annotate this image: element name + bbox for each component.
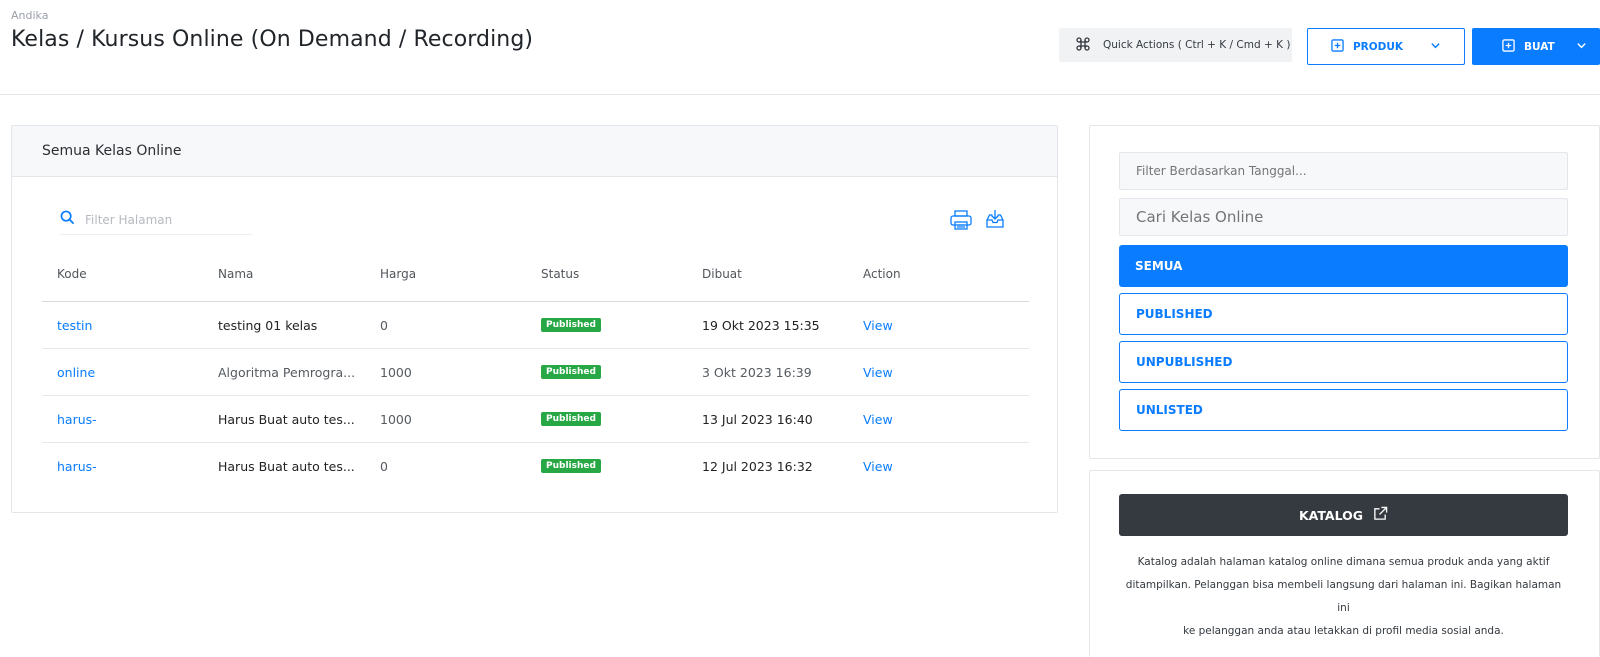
kode-link[interactable]: testin — [57, 318, 92, 333]
table-row: online Algoritma Pemrogra... 1000 Publis… — [42, 349, 1029, 396]
inbox-download-icon[interactable] — [984, 208, 1006, 234]
column-header-kode[interactable]: Kode — [57, 267, 87, 281]
kode-link[interactable]: online — [57, 365, 95, 380]
search-icon — [60, 210, 75, 229]
kode-link[interactable]: harus- — [57, 459, 97, 474]
buat-button[interactable]: BUAT — [1472, 28, 1600, 65]
dibuat-cell: 13 Jul 2023 16:40 — [702, 412, 813, 427]
page-title: Kelas / Kursus Online (On Demand / Recor… — [11, 27, 534, 52]
header-divider — [0, 94, 1600, 95]
filter-semua-button[interactable]: SEMUA — [1119, 245, 1568, 287]
column-header-harga[interactable]: Harga — [380, 267, 416, 281]
column-header-dibuat[interactable]: Dibuat — [702, 267, 742, 281]
plus-square-icon — [1331, 38, 1344, 55]
dibuat-cell: 19 Okt 2023 15:35 — [702, 318, 820, 333]
card-title: Semua Kelas Online — [12, 126, 1057, 177]
nama-cell: Harus Buat auto tes... — [218, 412, 355, 427]
nama-cell: Harus Buat auto tes... — [218, 459, 355, 474]
nama-cell: Algoritma Pemrogra... — [218, 365, 356, 380]
katalog-description: Katalog adalah halaman katalog online di… — [1119, 551, 1568, 643]
column-header-status[interactable]: Status — [541, 267, 579, 281]
view-link[interactable]: View — [863, 412, 893, 427]
date-filter-input[interactable] — [1119, 152, 1568, 190]
katalog-card: KATALOG Katalog adalah halaman katalog o… — [1089, 470, 1600, 657]
produk-label: PRODUK — [1352, 40, 1404, 53]
harga-cell: 0 — [380, 318, 388, 333]
plus-square-icon — [1502, 38, 1515, 55]
search-kelas-input[interactable] — [1119, 198, 1568, 236]
dibuat-cell: 12 Jul 2023 16:32 — [702, 459, 813, 474]
katalog-description-line: Katalog adalah halaman katalog online di… — [1137, 556, 1550, 568]
katalog-label: KATALOG — [1298, 507, 1364, 523]
dibuat-cell: 3 Okt 2023 16:39 — [702, 365, 812, 380]
external-link-icon — [1373, 506, 1388, 524]
quick-actions-label: Quick Actions ( Ctrl + K / Cmd + K ) — [1103, 39, 1291, 51]
kode-link[interactable]: harus- — [57, 412, 97, 427]
harga-cell: 1000 — [380, 412, 412, 427]
produk-button[interactable]: PRODUK — [1307, 28, 1465, 65]
filter-published-button[interactable]: PUBLISHED — [1119, 293, 1568, 335]
katalog-button[interactable]: KATALOG — [1119, 494, 1568, 536]
table-row: harus- Harus Buat auto tes... 1000 Publi… — [42, 396, 1029, 443]
katalog-description-line: ke pelanggan anda atau letakkan di profi… — [1183, 625, 1504, 637]
harga-cell: 1000 — [380, 365, 412, 380]
katalog-description-line: ditampilkan. Pelanggan bisa membeli lang… — [1125, 579, 1562, 614]
chevron-down-icon — [1576, 40, 1587, 54]
breadcrumb[interactable]: Andika — [11, 9, 48, 22]
nama-cell: testing 01 kelas — [218, 318, 318, 333]
status-badge: Published — [541, 365, 601, 379]
status-badge: Published — [541, 318, 601, 332]
chevron-down-icon — [1430, 40, 1441, 54]
view-link[interactable]: View — [863, 459, 893, 474]
table-row: harus- Harus Buat auto tes... 0 Publishe… — [42, 443, 1029, 490]
printer-icon[interactable] — [950, 210, 972, 234]
view-link[interactable]: View — [863, 365, 893, 380]
status-badge: Published — [541, 459, 601, 473]
harga-cell: 0 — [380, 459, 388, 474]
command-icon — [1075, 36, 1091, 55]
status-badge: Published — [541, 412, 601, 426]
quick-actions-button[interactable]: Quick Actions ( Ctrl + K / Cmd + K ) — [1059, 28, 1292, 62]
filter-unpublished-button[interactable]: UNPUBLISHED — [1119, 341, 1568, 383]
column-header-action: Action — [863, 267, 901, 281]
view-link[interactable]: View — [863, 318, 893, 333]
table-row: testin testing 01 kelas 0 Published 19 O… — [42, 302, 1029, 349]
buat-label: BUAT — [1524, 40, 1555, 53]
filter-unlisted-button[interactable]: UNLISTED — [1119, 389, 1568, 431]
search-box[interactable] — [60, 205, 252, 235]
column-header-nama[interactable]: Nama — [218, 267, 253, 281]
search-input[interactable] — [85, 212, 235, 227]
filter-card: SEMUA PUBLISHED UNPUBLISHED UNLISTED — [1089, 125, 1600, 459]
kelas-online-card: Semua Kelas Online Kode Nama Harga Statu… — [11, 125, 1058, 513]
